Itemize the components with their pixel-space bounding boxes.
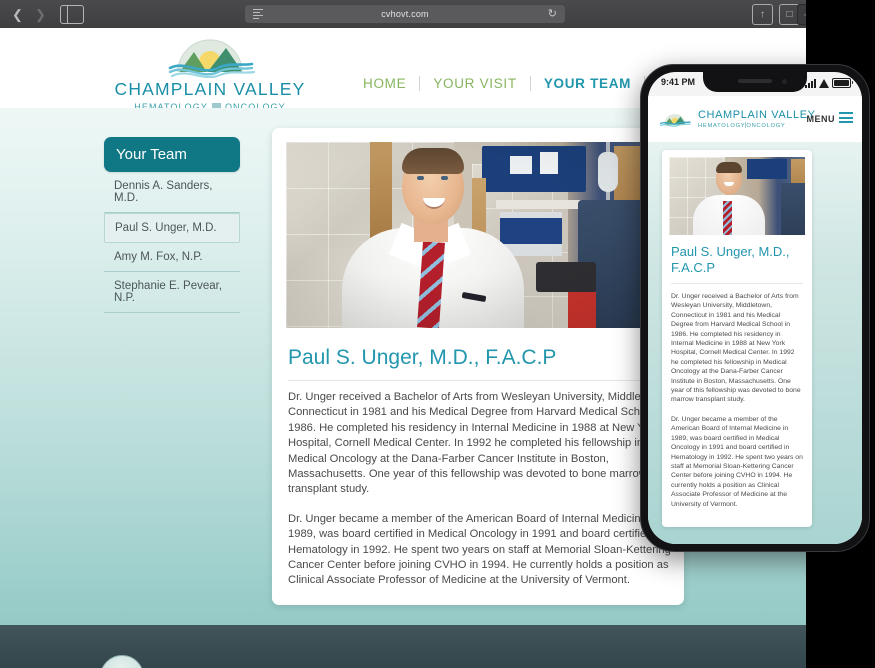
back-icon[interactable]: ❮ [8,5,27,24]
reload-icon[interactable]: ↻ [548,8,557,20]
phone-logo-wordmark: CHAMPLAIN VALLEY [698,108,816,121]
doctor-bio: Dr. Unger received a Bachelor of Arts fr… [288,390,680,605]
nav-item-your-team[interactable]: YOUR TEAM [531,76,644,91]
logo-wordmark: CHAMPLAIN VALLEY [114,79,306,99]
share-icon[interactable]: ↑ [752,4,773,25]
address-bar[interactable]: cvhovt.com ↻ [245,5,565,23]
cellular-bars-icon [805,79,816,88]
site-logo[interactable]: CHAMPLAIN VALLEY HEMATOLOGY ONCOLOGY [90,32,330,112]
phone-page-body: Paul S. Unger, M.D., F.A.C.P Dr. Unger r… [648,142,862,544]
phone-menu-button[interactable]: MENU [806,112,853,126]
wifi-icon [819,79,829,88]
url-text: cvhovt.com [381,9,429,19]
battery-icon [832,78,853,88]
phone-logo-sub-left: HEMATOLOGY [698,123,746,130]
hamburger-icon[interactable] [839,112,853,126]
phone-status-bar: 9:41 PM [648,72,862,96]
team-sidebar: Your Team Dennis A. Sanders, M.D. Paul S… [104,137,240,313]
phone-logo-text: CHAMPLAIN VALLEY HEMATOLOGYONCOLOGY [698,109,816,130]
status-indicators [805,78,853,88]
phone-site-header: CHAMPLAIN VALLEY HEMATOLOGYONCOLOGY MENU [648,96,862,143]
reader-view-icon[interactable] [253,9,263,20]
phone-bio-paragraph-2: Dr. Unger became a member of the America… [671,415,803,508]
phone-logo-mark-icon[interactable] [658,106,692,132]
phone-doctor-card: Paul S. Unger, M.D., F.A.C.P Dr. Unger r… [662,150,812,527]
phone-doctor-photo [669,157,805,235]
browser-right-actions: ↑ □ [752,4,800,25]
forward-icon[interactable]: ❯ [31,5,50,24]
bio-paragraph-2: Dr. Unger became a member of the America… [288,512,671,587]
sidebar-item-unger[interactable]: Paul S. Unger, M.D. [104,213,240,243]
logo-mark-icon [160,32,260,79]
phone-device: 9:41 PM CHAMPLAIN VALLEY HEMATOLOGYONCOL… [640,64,870,552]
sidebar-item-fox[interactable]: Amy M. Fox, N.P. [104,243,240,272]
sidebar-item-pevear[interactable]: Stephanie E. Pevear, N.P. [104,272,240,313]
doctor-name-title: Paul S. Unger, M.D., F.A.C.P [288,346,668,381]
doctor-profile-card: Paul S. Unger, M.D., F.A.C.P Dr. Unger r… [272,128,684,605]
phone-bio-paragraph-1: Dr. Unger received a Bachelor of Arts fr… [671,293,801,404]
phone-menu-label: MENU [806,113,835,124]
phone-doctor-name-title: Paul S. Unger, M.D., F.A.C.P [671,244,803,284]
doctor-photo [286,142,670,328]
sidebar-item-sanders[interactable]: Dennis A. Sanders, M.D. [104,172,240,213]
browser-toolbar: ❮ ❯ cvhovt.com ↻ ↑ □ + [0,0,806,29]
browser-nav-group: ❮ ❯ [8,5,50,24]
nav-item-home[interactable]: HOME [350,76,419,91]
screenshot-stage: ❮ ❯ cvhovt.com ↻ ↑ □ + [0,0,875,668]
sidebar-heading: Your Team [104,137,240,172]
new-tab-icon[interactable]: + [797,4,806,25]
bio-paragraph-3: Dr. Unger is on the Board of The Norther… [288,603,680,605]
status-time: 9:41 PM [661,77,696,87]
phone-doctor-bio: Dr. Unger received a Bachelor of Arts fr… [671,292,803,509]
nav-item-your-visit[interactable]: YOUR VISIT [420,76,530,91]
sidebar-toggle-icon[interactable] [60,4,84,24]
phone-screen: 9:41 PM CHAMPLAIN VALLEY HEMATOLOGYONCOL… [648,72,862,544]
phone-logo-subtitle: HEMATOLOGYONCOLOGY [698,122,816,129]
phone-logo-sub-right: ONCOLOGY [746,123,786,130]
bio-paragraph-1: Dr. Unger received a Bachelor of Arts fr… [288,391,668,496]
